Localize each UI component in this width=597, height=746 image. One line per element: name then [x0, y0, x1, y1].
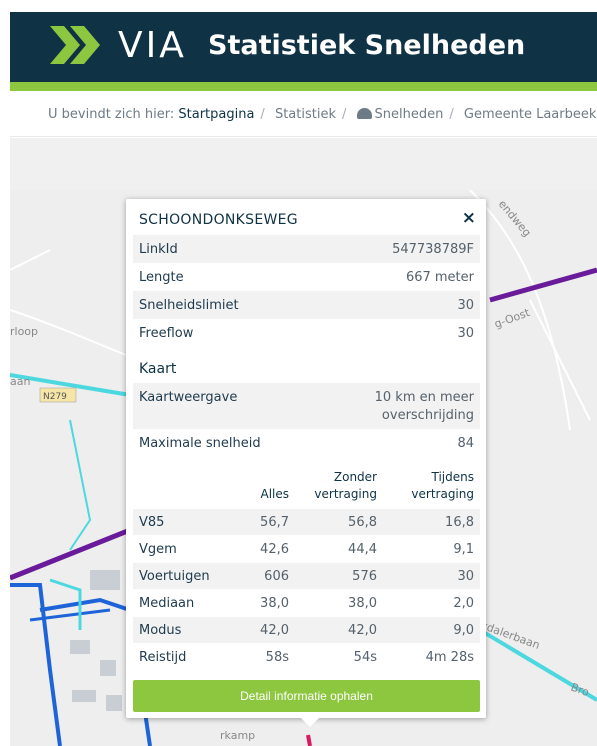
speedometer-icon — [356, 108, 372, 119]
breadcrumb-item-gemeente[interactable]: Gemeente Laarbeek — [464, 107, 597, 122]
row-label: V85 — [139, 515, 165, 530]
section-title-kaart: Kaart — [139, 361, 177, 377]
table-row: Vgem 42,6 44,4 9,1 — [133, 536, 480, 562]
cell-zonder: 576 — [352, 569, 377, 584]
info-value: 84 — [457, 436, 474, 451]
map-label: endweg — [496, 198, 534, 240]
map-label: rloop — [10, 325, 38, 338]
header-accent-line — [10, 82, 597, 91]
cell-tijdens: 30 — [457, 569, 474, 584]
road-info-popup: SCHOONDONKSEWEG × LinkId 547738789F Leng… — [126, 199, 486, 727]
info-value: 667 meter — [405, 270, 474, 285]
via-logo-icon — [50, 26, 100, 64]
detail-info-button[interactable]: Detail informatie ophalen — [133, 680, 480, 712]
stats-table-header: Alles Zonder vertraging Tijdens vertraging — [133, 467, 480, 507]
cell-tijdens: 9,1 — [453, 542, 474, 557]
cell-alles: 42,0 — [260, 623, 289, 638]
page-title: Statistiek Snelheden — [208, 30, 526, 61]
toolbar-area — [10, 138, 597, 190]
info-row-kaartweergave: Kaartweergave 10 km en meer overschrijdi… — [133, 383, 480, 429]
map-label: rkamp — [220, 729, 255, 742]
cell-zonder: 56,8 — [348, 515, 377, 530]
row-label: Vgem — [139, 542, 177, 557]
column-header-tijdens-vertraging: Tijdens vertraging — [411, 470, 474, 501]
cell-zonder: 54s — [353, 650, 377, 665]
info-row-lengte: Lengte 667 meter — [133, 263, 480, 291]
info-label: Kaartweergave — [139, 390, 238, 405]
info-row-freeflow: Freeflow 30 — [133, 319, 480, 347]
info-label: Maximale snelheid — [139, 436, 261, 451]
table-row: Reistijd 58s 54s 4m 28s — [133, 644, 480, 670]
map-label: N279 — [43, 392, 67, 402]
breadcrumb-separator: / — [260, 107, 265, 122]
cell-tijdens: 2,0 — [453, 596, 474, 611]
breadcrumb: U bevindt zich hier: Startpagina / Statis… — [10, 91, 597, 137]
info-value: 30 — [457, 326, 474, 341]
breadcrumb-item-startpagina[interactable]: Startpagina — [178, 107, 254, 122]
info-value: 30 — [457, 298, 474, 313]
info-row-snelheidslimiet: Snelheidslimiet 30 — [133, 291, 480, 319]
cell-zonder: 38,0 — [348, 596, 377, 611]
cell-tijdens: 9,0 — [453, 623, 474, 638]
row-label: Voertuigen — [139, 569, 210, 584]
info-label: LinkId — [139, 242, 178, 257]
cell-alles: 38,0 — [260, 596, 289, 611]
road-name: SCHOONDONKSEWEG — [139, 212, 298, 228]
column-header-alles: Alles — [260, 487, 289, 501]
cell-tijdens: 16,8 — [445, 515, 474, 530]
popup-pointer — [301, 718, 319, 727]
breadcrumb-separator: / — [342, 107, 347, 122]
cell-alles: 606 — [264, 569, 289, 584]
row-label: Mediaan — [139, 596, 195, 611]
table-row: Mediaan 38,0 38,0 2,0 — [133, 590, 480, 616]
cell-tijdens: 4m 28s — [425, 650, 474, 665]
breadcrumb-item-snelheden[interactable]: Snelheden — [375, 107, 444, 122]
info-label: Snelheidslimiet — [139, 298, 239, 313]
breadcrumb-prefix: U bevindt zich hier: — [48, 107, 175, 122]
column-header-zonder-vertraging: Zonder vertraging — [314, 470, 377, 501]
map-label: g-Oost — [493, 306, 533, 331]
info-value: overschrijding — [381, 408, 474, 423]
info-row-maximale-snelheid: Maximale snelheid 84 — [133, 429, 480, 457]
info-label: Freeflow — [139, 326, 194, 341]
info-value: 547738789F — [392, 242, 474, 257]
table-row: Voertuigen 606 576 30 — [133, 563, 480, 589]
map-label: aan — [10, 375, 30, 388]
breadcrumb-item-statistiek[interactable]: Statistiek — [275, 107, 336, 122]
cell-alles: 42,6 — [260, 542, 289, 557]
row-label: Modus — [139, 623, 182, 638]
row-label: Reistijd — [139, 650, 187, 665]
app-header: VIA Statistiek Snelheden — [10, 12, 597, 91]
table-row: V85 56,7 56,8 16,8 — [133, 509, 480, 535]
info-value: 10 km en meer — [374, 390, 474, 405]
cell-alles: 58s — [265, 650, 289, 665]
info-label: Lengte — [139, 270, 184, 285]
table-row: Modus 42,0 42,0 9,0 — [133, 617, 480, 643]
cell-zonder: 42,0 — [348, 623, 377, 638]
cell-zonder: 44,4 — [348, 542, 377, 557]
close-icon[interactable]: × — [462, 208, 476, 228]
info-row-linkid: LinkId 547738789F — [133, 235, 480, 263]
cell-alles: 56,7 — [260, 515, 289, 530]
brand-name: VIA — [118, 25, 187, 66]
breadcrumb-separator: / — [449, 107, 454, 122]
